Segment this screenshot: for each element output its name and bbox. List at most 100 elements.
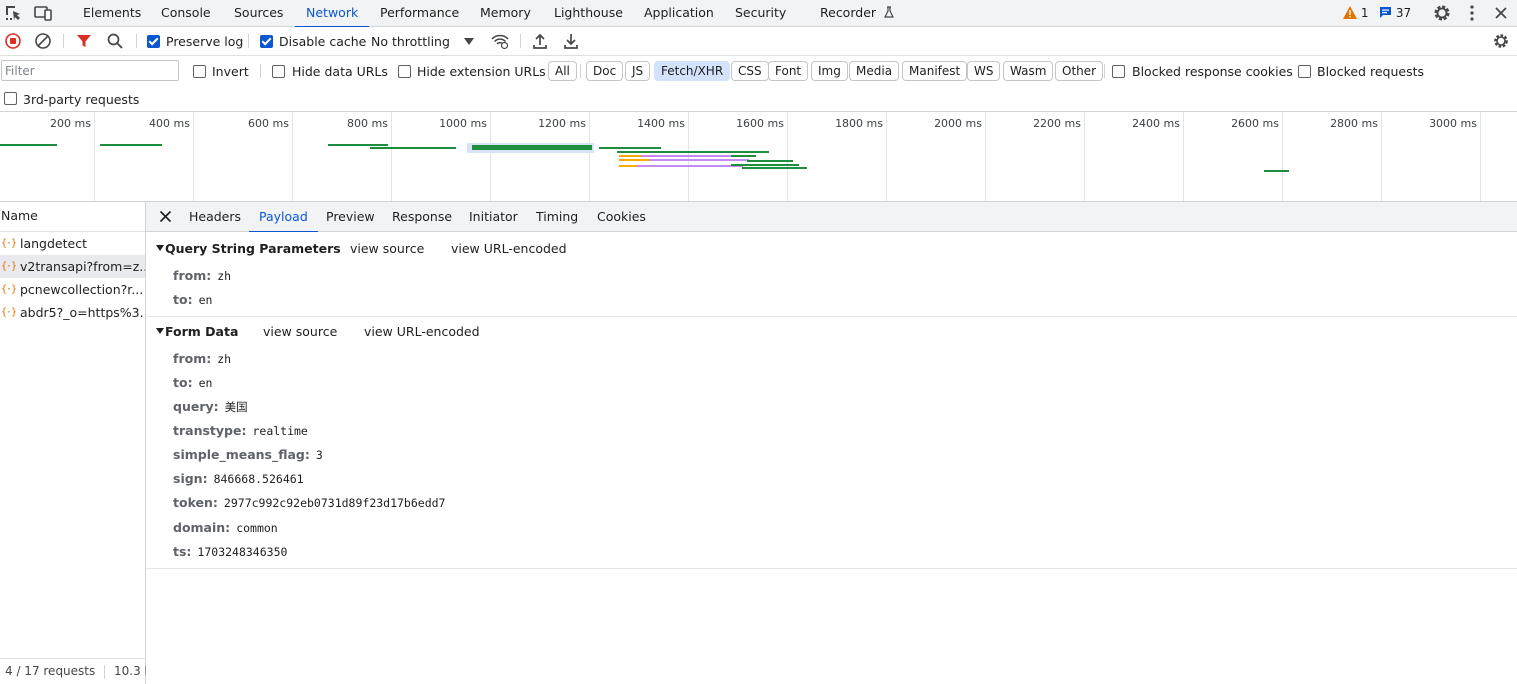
tab-security[interactable]: Security [735,0,786,27]
form-data-header[interactable]: Form Data [156,324,238,339]
transferred-size: 10.3 k [114,664,146,678]
form-view-source-link[interactable]: view source [263,324,337,339]
tab-elements[interactable]: Elements [83,0,141,27]
type-filter-all[interactable]: All [548,61,577,81]
stop-recording-icon[interactable] [4,32,22,50]
timeline-gridline [490,112,491,201]
messages-badge[interactable]: 37 [1379,5,1411,22]
type-filter-manifest[interactable]: Manifest [902,61,968,81]
type-filter-fetch-xhr[interactable]: Fetch/XHR [654,61,731,81]
blocked-requests-checkbox[interactable] [1298,65,1311,78]
preserve-log-checkbox[interactable] [147,35,160,48]
type-filter-ws[interactable]: WS [967,61,1001,81]
form-param-row: query: 美国 [173,399,248,415]
query-string-section: Query String Parameters view source view… [146,232,1517,317]
request-status-bar: 4 / 17 requests 10.3 k [0,658,146,684]
type-filter-media[interactable]: Media [849,61,900,81]
form-param-row: transtype: realtime [173,423,308,438]
form-param-row: domain: common [173,520,278,535]
request-list: Name {·} langdetect {·} v2transapi?from=… [0,202,146,684]
request-row-selected[interactable]: {·} v2transapi?from=z... [0,255,145,278]
tab-preview[interactable]: Preview [326,202,375,232]
device-toolbar-icon[interactable] [33,3,53,23]
hide-extension-urls-checkbox[interactable] [398,65,411,78]
import-har-icon[interactable] [531,32,549,50]
network-conditions-icon[interactable] [491,32,509,50]
filter-input[interactable] [1,60,179,81]
form-param-row: simple_means_flag: 3 [173,447,323,462]
toolbar-divider [63,34,64,48]
param-key: to: [173,375,193,390]
name-column-header[interactable]: Name [0,202,145,232]
chevron-down-icon[interactable] [464,38,474,45]
warnings-badge[interactable]: 1 [1343,5,1368,22]
query-view-source-link[interactable]: view source [350,241,424,256]
type-filter-doc[interactable]: Doc [586,61,624,81]
tab-headers[interactable]: Headers [189,202,241,232]
request-row[interactable]: {·} pcnewcollection?r... [0,278,145,301]
tab-recorder[interactable]: Recorder [820,0,895,27]
tab-memory[interactable]: Memory [480,0,531,27]
status-divider [104,665,105,679]
network-settings-gear-icon[interactable] [1492,32,1510,50]
timeline-gridline [1480,112,1481,201]
query-string-header[interactable]: Query String Parameters [156,241,341,256]
throttling-select[interactable]: No throttling [371,34,450,49]
tab-payload[interactable]: Payload [249,202,318,233]
param-value: 美国 [224,400,248,414]
type-filter-js[interactable]: JS [625,61,651,81]
timeline-bar [100,144,162,146]
tab-cookies[interactable]: Cookies [597,202,646,232]
invert-checkbox[interactable] [193,65,206,78]
form-param-row: sign: 846668.526461 [173,471,304,486]
hide-extension-urls-label: Hide extension URLs [417,64,546,79]
timeline-gridline [1381,112,1382,201]
type-filter-font[interactable]: Font [768,61,809,81]
close-devtools-icon[interactable] [1491,3,1511,23]
request-name: v2transapi?from=z... [20,259,145,274]
expand-triangle-icon [156,245,164,251]
more-options-icon[interactable] [1462,3,1482,23]
query-view-url-encoded-link[interactable]: view URL-encoded [451,241,567,256]
tab-sources[interactable]: Sources [234,0,283,27]
param-value: en [198,376,213,390]
close-detail-icon[interactable] [159,210,172,223]
search-icon[interactable] [106,32,124,50]
export-har-icon[interactable] [562,32,580,50]
hide-data-urls-checkbox[interactable] [272,65,285,78]
request-row[interactable]: {·} langdetect [0,232,145,255]
inspect-element-icon[interactable] [3,3,23,23]
type-filter-wasm[interactable]: Wasm [1003,61,1054,81]
tab-application[interactable]: Application [644,0,714,27]
third-party-requests-checkbox[interactable] [4,92,17,105]
expand-triangle-icon [156,328,164,334]
type-filter-img[interactable]: Img [811,61,848,81]
tab-lighthouse[interactable]: Lighthouse [554,0,623,27]
filter-icon[interactable] [75,32,93,50]
timeline-tick: 1600 ms [736,117,784,130]
tab-network[interactable]: Network [294,0,370,28]
timeline-gridline [292,112,293,201]
request-row[interactable]: {·} abdr5?_o=https%3... [0,301,145,324]
timeline-gridline [886,112,887,201]
tab-performance[interactable]: Performance [380,0,459,27]
tab-initiator[interactable]: Initiator [469,202,518,232]
settings-gear-icon[interactable] [1432,3,1452,23]
form-view-url-encoded-link[interactable]: view URL-encoded [364,324,480,339]
tab-recorder-label: Recorder [820,5,877,20]
clear-icon[interactable] [34,32,52,50]
blocked-response-cookies-checkbox[interactable] [1112,65,1125,78]
timeline-gridline [1084,112,1085,201]
tab-console[interactable]: Console [161,0,211,27]
type-filter-other[interactable]: Other [1055,61,1104,81]
network-overview-timeline[interactable]: 200 ms 400 ms 600 ms 800 ms 1000 ms 1200… [0,112,1517,202]
tab-response[interactable]: Response [392,202,452,232]
timeline-bar-queued [619,159,649,161]
timeline-bar [599,147,661,149]
form-param-row: ts: 1703248346350 [173,544,287,559]
timeline-gridline [985,112,986,201]
type-filter-css[interactable]: CSS [731,61,769,81]
disable-cache-checkbox[interactable] [260,35,273,48]
tab-timing[interactable]: Timing [536,202,578,232]
timeline-tick: 3000 ms [1429,117,1477,130]
